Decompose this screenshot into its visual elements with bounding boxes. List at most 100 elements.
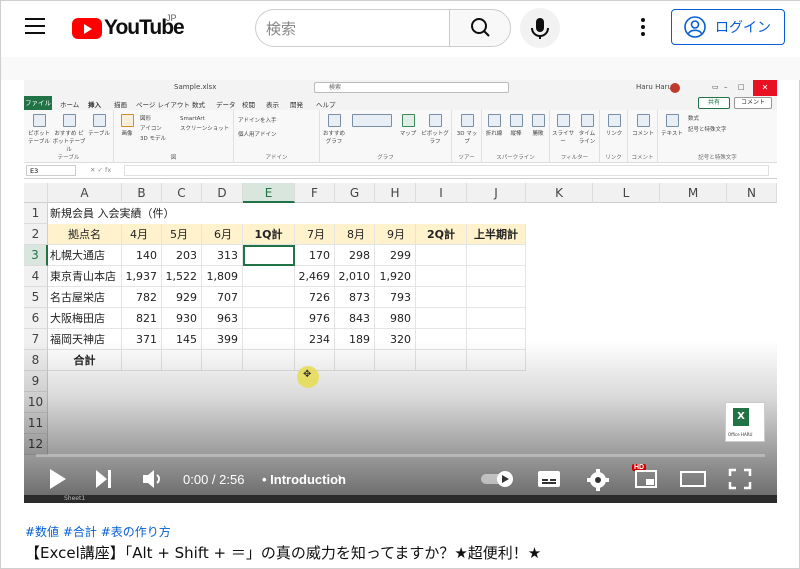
excel-search-placeholder: 検索 [329,84,342,91]
table-cell: 203 [162,245,202,266]
column-header: M [660,183,727,203]
progress-bar[interactable] [36,454,765,457]
smartart-label: SmartArt [180,116,205,122]
text-icon [665,114,679,127]
login-label: ログイン [715,20,771,36]
table-cell [467,287,526,308]
timeline-item: タイム ライン [576,114,598,145]
sparkline-winloss-item: 勝敗 [528,114,548,137]
3d-map-label: 3D マップ [456,131,478,145]
tab-file: ファイル [24,96,52,110]
table-cell: 170 [295,245,335,266]
subtitles-button[interactable] [537,468,561,494]
excel-avatar [670,83,680,93]
header-cell: 9月 [375,224,416,245]
search-placeholder: 検索 [266,19,297,38]
table-cell [467,329,526,350]
table-cell: 793 [375,287,416,308]
ribbon-group-label: アドイン [265,155,288,161]
pivot-chart-icon [428,114,442,127]
table-cell: 2,469 [295,266,335,287]
settings-menu-icon[interactable] [639,18,647,38]
chapter-chevron-icon[interactable]: › [337,470,343,486]
row-header: 11 [24,413,48,434]
search-button[interactable] [449,9,511,47]
maps-item: マップ [398,114,418,137]
sparkline-line-icon [487,114,501,127]
active-cell [243,245,295,266]
video-player[interactable]: Sample.xlsx 検索 Haru Haru ▭ – □ ✕ ファイル ホー… [24,80,777,503]
ribbon-group-label: リンク [605,155,622,161]
channel-watermark: X Office HARU [725,402,765,442]
column-header: D [202,183,243,203]
ribbon-group-comments: コメント コメント [628,110,658,163]
autoplay-toggle[interactable] [480,470,516,492]
row-header: 10 [24,392,48,413]
ribbon-group-label: フィルター [560,155,589,161]
time-display: 0:00 / 2:56 [183,472,245,487]
symbol-label: 記号と特殊文字 [688,127,727,133]
table-cell [416,329,467,350]
slicer-label: スライサー [552,131,575,145]
table-cell: 299 [375,245,416,266]
settings-button[interactable] [586,468,610,496]
recommended-pivot-item: おすすめ ピボットテーブル [52,114,86,153]
miniplayer-button[interactable] [634,468,658,494]
table-label: テーブル [88,131,110,137]
table-cell: 札幌大通店 [48,245,122,266]
video-hashtags[interactable]: #数値 #合計 #表の作り方 [25,523,171,540]
table-cell [243,329,295,350]
voice-search-button[interactable] [520,8,560,48]
table-cell [416,308,467,329]
table-cell [467,350,526,371]
maps-label: マップ [399,131,417,137]
comment-item: コメント [631,114,655,137]
maps-icon [401,114,415,127]
icons-label: アイコン [140,126,162,132]
table-cell [335,350,375,371]
3d-models-label: 3D モデル [140,136,166,142]
play-logo-icon [72,17,102,39]
login-button[interactable]: ログイン [671,9,785,45]
row-header: 7 [24,329,48,350]
row-header: 9 [24,371,48,392]
slicer-item: スライサー [552,114,574,145]
chapter-title[interactable]: • Introduction [262,472,346,487]
next-button[interactable] [94,468,114,494]
recommended-charts-label: おすすめ グラフ [322,131,345,145]
chart-types-icon [352,114,392,127]
header-cell: 拠点名 [48,224,122,245]
search-input[interactable]: 検索 [255,9,449,47]
sparkline-winloss-icon [531,114,545,127]
menu-icon[interactable] [25,18,45,36]
table-cell [202,350,243,371]
table-cell: 371 [122,329,162,350]
ribbon-display-icon: ▭ [712,83,719,91]
3d-map-icon [460,114,474,127]
name-box: E3 [26,165,76,176]
table-cell [375,350,416,371]
3d-map-item: 3D マップ [456,114,478,145]
play-button[interactable] [48,468,68,494]
tab-data: データ [216,101,236,109]
table-cell: 東京青山本店 [48,266,122,287]
table-cell [467,245,526,266]
fullscreen-button[interactable] [728,468,752,494]
ribbon-group-symbols: テキスト 数式 記号と特殊文字 記号と特殊文字 [658,110,777,163]
shapes-label: 図形 [140,116,152,122]
play-icon [50,469,66,489]
theater-mode-button[interactable] [679,468,707,494]
pivot-table-label: ピボット テーブル [27,131,50,145]
tab-page-layout: ページ レイアウト [136,101,190,109]
column-header: L [593,183,660,203]
mute-button[interactable] [141,468,165,494]
tab-developer: 開発 [290,101,303,109]
table-cell [416,266,467,287]
header-cell: 8月 [335,224,375,245]
column-header-selected: E [243,183,295,203]
row-header: 6 [24,308,48,329]
link-item: リンク [603,114,625,137]
my-addins-label: 個人用アドイン [238,132,277,138]
header-cell: 4月 [122,224,162,245]
sheet-tab: Sheet1 [64,495,86,502]
